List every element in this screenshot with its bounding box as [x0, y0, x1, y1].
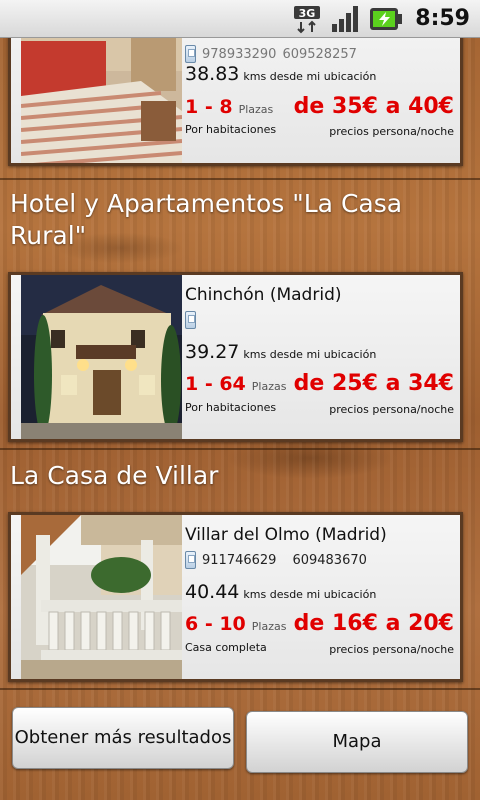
distance: 38.83 kms desde mi ubicación	[185, 63, 376, 85]
map-button[interactable]: Mapa	[246, 711, 468, 773]
phone-row: 978933290 609528257	[185, 45, 357, 63]
price-range: de 16€ a 20€	[293, 611, 454, 636]
location: Chinchón (Madrid)	[185, 285, 342, 305]
distance: 40.44 kms desde mi ubicación	[185, 581, 376, 603]
plazas-label: Plazas	[251, 620, 287, 633]
3g-signal-icon: 3G	[293, 4, 323, 34]
distance-value: 39.27	[185, 341, 240, 363]
phone-number-1[interactable]: 911746629	[202, 553, 276, 568]
phone-icon[interactable]	[185, 551, 196, 569]
plazas: 6 - 10 Plazas	[185, 613, 286, 635]
phone-row	[185, 311, 196, 329]
phone-icon[interactable]	[185, 311, 196, 329]
status-bar: 3G 8:59	[0, 0, 480, 38]
phone-row: 911746629 609483670	[185, 551, 367, 569]
distance: 39.27 kms desde mi ubicación	[185, 341, 376, 363]
distance-value: 40.44	[185, 581, 240, 603]
plazas-value: 6 - 10	[185, 613, 246, 635]
plazas-value: 1 - 64	[185, 373, 246, 395]
distance-label: kms desde mi ubicación	[243, 588, 377, 601]
network-type-label: 3G	[299, 7, 316, 20]
price-note: precios persona/noche	[329, 125, 454, 138]
plazas-value: 1 - 8	[185, 96, 233, 118]
battery-charging-icon	[369, 5, 403, 33]
listing-card-2[interactable]: Chinchón (Madrid) 39.27 kms desde mi ubic…	[8, 272, 463, 442]
listing-card-3[interactable]: Villar del Olmo (Madrid) 911746629 60948…	[8, 512, 463, 682]
price-range: de 35€ a 40€	[293, 94, 454, 119]
price-note: precios persona/noche	[329, 643, 454, 656]
rental-type: Casa completa	[185, 641, 267, 654]
listing-title-3[interactable]: La Casa de Villar	[10, 460, 450, 492]
plazas-label: Plazas	[251, 380, 287, 393]
listing-photo-bedroom[interactable]	[21, 38, 182, 163]
price-note: precios persona/noche	[329, 403, 454, 416]
rental-type: Por habitaciones	[185, 401, 277, 414]
plazas: 1 - 8 Plazas	[185, 96, 273, 118]
phone-icon	[185, 45, 196, 63]
phone-number-1[interactable]: 978933290	[202, 47, 276, 62]
distance-value: 38.83	[185, 63, 240, 85]
signal-bars-icon	[331, 4, 361, 34]
listing-card-1[interactable]: 978933290 609528257 38.83 kms desde mi ub…	[8, 38, 463, 166]
phone-number-2[interactable]: 609528257	[282, 47, 356, 62]
plazas: 1 - 64 Plazas	[185, 373, 286, 395]
distance-label: kms desde mi ubicación	[243, 70, 377, 83]
listing-title-2[interactable]: Hotel y Apartamentos "La Casa Rural"	[10, 188, 450, 252]
phone-number-2[interactable]: 609483670	[292, 553, 366, 568]
listing-photo-hotel[interactable]	[21, 275, 182, 439]
price-range: de 25€ a 34€	[293, 371, 454, 396]
distance-label: kms desde mi ubicación	[243, 348, 377, 361]
location: Villar del Olmo (Madrid)	[185, 525, 387, 545]
status-clock: 8:59	[415, 6, 470, 31]
listing-photo-terrace[interactable]	[21, 515, 182, 679]
more-results-button[interactable]: Obtener más resultados	[12, 707, 234, 769]
plazas-label: Plazas	[238, 103, 274, 116]
rental-type: Por habitaciones	[185, 123, 277, 136]
results-list[interactable]: 978933290 609528257 38.83 kms desde mi ub…	[0, 38, 480, 800]
